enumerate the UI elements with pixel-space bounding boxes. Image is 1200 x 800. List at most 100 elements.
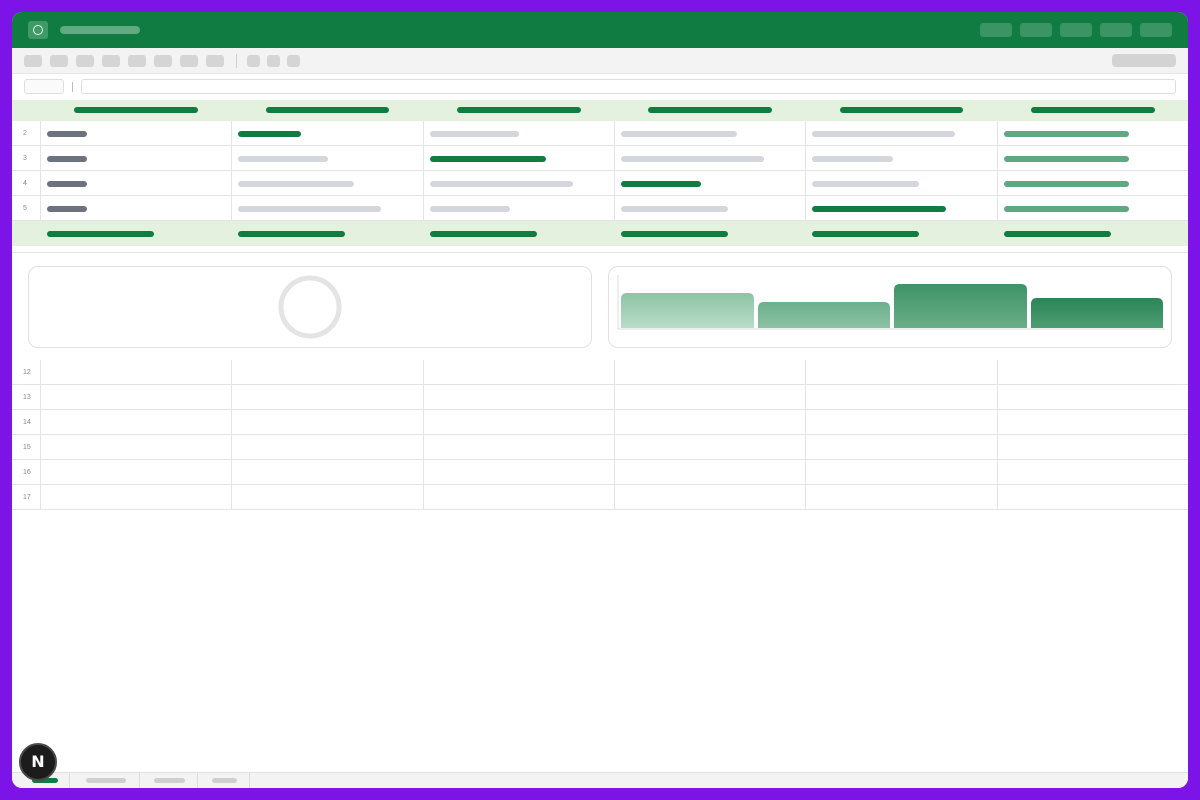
total-cell[interactable] — [805, 221, 997, 246]
bar-chart-card[interactable] — [608, 266, 1172, 348]
toolbar-button-11[interactable] — [287, 55, 300, 67]
total-cell[interactable] — [423, 221, 614, 246]
table-cell[interactable] — [997, 435, 1188, 460]
table-cell[interactable] — [614, 485, 805, 510]
total-cell[interactable] — [614, 221, 805, 246]
toolbar-button-5[interactable] — [128, 55, 146, 67]
table-cell[interactable] — [40, 485, 231, 510]
table-cell[interactable] — [40, 146, 231, 171]
table-cell[interactable] — [805, 410, 997, 435]
toolbar-wide-button[interactable] — [1112, 54, 1176, 67]
column-header-a[interactable] — [40, 100, 231, 121]
column-header-e[interactable] — [805, 100, 997, 121]
table-cell[interactable] — [423, 460, 614, 485]
table-cell[interactable] — [614, 360, 805, 385]
table-cell[interactable] — [805, 360, 997, 385]
sheet-tab-2[interactable] — [70, 773, 140, 788]
table-cell[interactable] — [231, 410, 423, 435]
table-cell[interactable] — [423, 410, 614, 435]
table-cell[interactable] — [997, 460, 1188, 485]
table-cell[interactable] — [997, 410, 1188, 435]
name-box[interactable] — [24, 79, 64, 94]
titlebar-button-1[interactable] — [980, 23, 1012, 37]
formula-input[interactable] — [81, 79, 1176, 94]
table-cell[interactable] — [231, 435, 423, 460]
total-cell[interactable] — [231, 221, 423, 246]
table-cell[interactable] — [423, 196, 614, 221]
table-cell[interactable] — [805, 146, 997, 171]
toolbar-button-9[interactable] — [247, 55, 260, 67]
table-cell[interactable] — [614, 196, 805, 221]
table-cell[interactable] — [614, 146, 805, 171]
titlebar-button-4[interactable] — [1100, 23, 1132, 37]
table-cell[interactable] — [423, 360, 614, 385]
table-cell[interactable] — [423, 385, 614, 410]
table-cell[interactable] — [997, 171, 1188, 196]
floating-n-badge[interactable]: N — [19, 743, 57, 781]
donut-chart-card[interactable] — [28, 266, 592, 348]
table-cell[interactable] — [614, 460, 805, 485]
table-cell[interactable] — [997, 385, 1188, 410]
toolbar-button-1[interactable] — [24, 55, 42, 67]
toolbar-button-10[interactable] — [267, 55, 280, 67]
table-cell[interactable] — [40, 385, 231, 410]
table-cell[interactable] — [805, 435, 997, 460]
column-header-c[interactable] — [423, 100, 614, 121]
sheet-tab-bar — [12, 772, 1188, 788]
toolbar-button-6[interactable] — [154, 55, 172, 67]
table-cell[interactable] — [40, 460, 231, 485]
table-cell[interactable] — [40, 410, 231, 435]
table-cell[interactable] — [231, 360, 423, 385]
table-cell[interactable] — [614, 171, 805, 196]
table-cell[interactable] — [423, 146, 614, 171]
titlebar-button-5[interactable] — [1140, 23, 1172, 37]
toolbar-button-3[interactable] — [76, 55, 94, 67]
table-cell[interactable] — [423, 485, 614, 510]
column-header-d[interactable] — [614, 100, 805, 121]
toolbar-button-2[interactable] — [50, 55, 68, 67]
table-cell[interactable] — [805, 485, 997, 510]
toolbar-button-7[interactable] — [180, 55, 198, 67]
table-cell[interactable] — [614, 410, 805, 435]
table-cell[interactable] — [997, 485, 1188, 510]
table-cell[interactable] — [614, 385, 805, 410]
table-cell[interactable] — [805, 171, 997, 196]
table-cell[interactable] — [614, 435, 805, 460]
table-cell[interactable] — [423, 171, 614, 196]
table-cell[interactable] — [997, 146, 1188, 171]
table-cell[interactable] — [805, 460, 997, 485]
table-cell[interactable] — [231, 485, 423, 510]
total-cell[interactable] — [997, 221, 1188, 246]
table-cell[interactable] — [997, 360, 1188, 385]
table-cell[interactable] — [805, 121, 997, 146]
table-cell[interactable] — [231, 460, 423, 485]
titlebar-button-2[interactable] — [1020, 23, 1052, 37]
toolbar-button-4[interactable] — [102, 55, 120, 67]
table-cell[interactable] — [231, 171, 423, 196]
table-cell[interactable] — [40, 171, 231, 196]
table-cell[interactable] — [40, 435, 231, 460]
table-cell[interactable] — [231, 146, 423, 171]
title-bar — [12, 12, 1188, 48]
sheet-tab-3[interactable] — [140, 773, 198, 788]
table-cell[interactable] — [423, 121, 614, 146]
table-cell[interactable] — [231, 196, 423, 221]
column-header-f[interactable] — [997, 100, 1188, 121]
table-cell[interactable] — [614, 121, 805, 146]
table-cell[interactable] — [231, 121, 423, 146]
table-cell[interactable] — [40, 121, 231, 146]
table-cell[interactable] — [997, 121, 1188, 146]
toolbar-button-8[interactable] — [206, 55, 224, 67]
table-cell[interactable] — [40, 360, 231, 385]
table-cell[interactable] — [805, 385, 997, 410]
table-cell[interactable] — [231, 385, 423, 410]
table-cell[interactable] — [997, 196, 1188, 221]
total-cell[interactable] — [40, 221, 231, 246]
sheet-tab-4[interactable] — [198, 773, 250, 788]
table-cell[interactable] — [423, 435, 614, 460]
table-cell[interactable] — [805, 196, 997, 221]
titlebar-button-3[interactable] — [1060, 23, 1092, 37]
column-header-b[interactable] — [231, 100, 423, 121]
app-window: 2 3 4 5 12 13 14 15 16 17 — [12, 12, 1188, 788]
table-cell[interactable] — [40, 196, 231, 221]
